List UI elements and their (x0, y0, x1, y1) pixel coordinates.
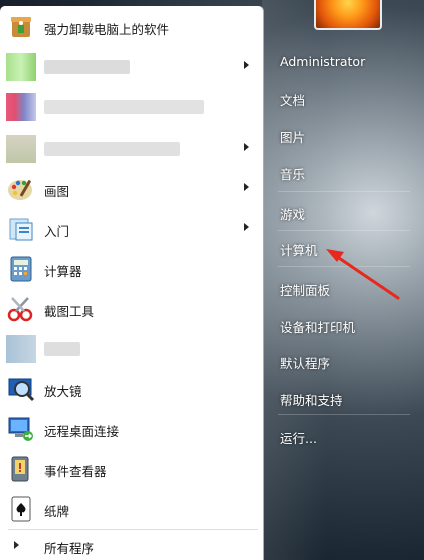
annotation-arrow-icon (326, 249, 400, 300)
